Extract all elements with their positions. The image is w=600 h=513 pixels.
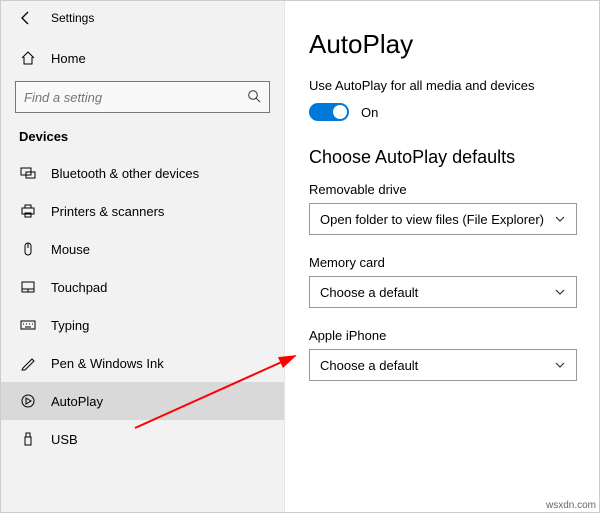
select-value: Open folder to view files (File Explorer… — [320, 212, 544, 227]
field-label-iphone: Apple iPhone — [309, 328, 577, 343]
home-icon — [19, 49, 37, 67]
sidebar: Settings Home Devices Bluetooth & other … — [1, 1, 285, 512]
sidebar-item-usb[interactable]: USB — [1, 420, 284, 458]
settings-window: Settings Home Devices Bluetooth & other … — [0, 0, 600, 513]
search-box[interactable] — [15, 81, 270, 113]
main-panel: AutoPlay Use AutoPlay for all media and … — [285, 1, 599, 512]
sidebar-item-home[interactable]: Home — [1, 39, 284, 77]
watermark: wsxdn.com — [546, 500, 596, 511]
sidebar-item-label: Touchpad — [51, 280, 107, 295]
back-icon[interactable] — [19, 11, 33, 25]
select-removable-drive[interactable]: Open folder to view files (File Explorer… — [309, 203, 577, 235]
field-label-memory: Memory card — [309, 255, 577, 270]
page-title: AutoPlay — [309, 29, 577, 60]
sidebar-item-label: Bluetooth & other devices — [51, 166, 199, 181]
sidebar-item-label: AutoPlay — [51, 394, 103, 409]
defaults-header: Choose AutoPlay defaults — [309, 147, 577, 168]
chevron-down-icon — [554, 213, 566, 225]
master-toggle[interactable] — [309, 103, 349, 121]
sidebar-item-pen[interactable]: Pen & Windows Ink — [1, 344, 284, 382]
bluetooth-devices-icon — [19, 164, 37, 182]
mouse-icon — [19, 240, 37, 258]
sidebar-item-mouse[interactable]: Mouse — [1, 230, 284, 268]
window-title: Settings — [51, 11, 94, 25]
chevron-down-icon — [554, 359, 566, 371]
sidebar-item-bluetooth[interactable]: Bluetooth & other devices — [1, 154, 284, 192]
search-icon — [247, 89, 261, 106]
master-toggle-text: Use AutoPlay for all media and devices — [309, 78, 577, 93]
sidebar-section-header: Devices — [1, 127, 284, 154]
sidebar-item-label: Typing — [51, 318, 89, 333]
sidebar-item-printers[interactable]: Printers & scanners — [1, 192, 284, 230]
sidebar-item-typing[interactable]: Typing — [1, 306, 284, 344]
printer-icon — [19, 202, 37, 220]
chevron-down-icon — [554, 286, 566, 298]
master-toggle-state: On — [361, 105, 378, 120]
sidebar-item-label: Mouse — [51, 242, 90, 257]
autoplay-icon — [19, 392, 37, 410]
title-bar: Settings — [1, 7, 284, 39]
keyboard-icon — [19, 316, 37, 334]
sidebar-item-touchpad[interactable]: Touchpad — [1, 268, 284, 306]
master-toggle-row: On — [309, 103, 577, 121]
search-input[interactable] — [24, 90, 237, 105]
select-apple-iphone[interactable]: Choose a default — [309, 349, 577, 381]
sidebar-item-label: Pen & Windows Ink — [51, 356, 164, 371]
usb-icon — [19, 430, 37, 448]
select-value: Choose a default — [320, 285, 418, 300]
field-label-removable: Removable drive — [309, 182, 577, 197]
sidebar-item-label: USB — [51, 432, 78, 447]
sidebar-item-label: Home — [51, 51, 86, 66]
touchpad-icon — [19, 278, 37, 296]
select-memory-card[interactable]: Choose a default — [309, 276, 577, 308]
select-value: Choose a default — [320, 358, 418, 373]
sidebar-item-autoplay[interactable]: AutoPlay — [1, 382, 284, 420]
pen-icon — [19, 354, 37, 372]
sidebar-item-label: Printers & scanners — [51, 204, 164, 219]
